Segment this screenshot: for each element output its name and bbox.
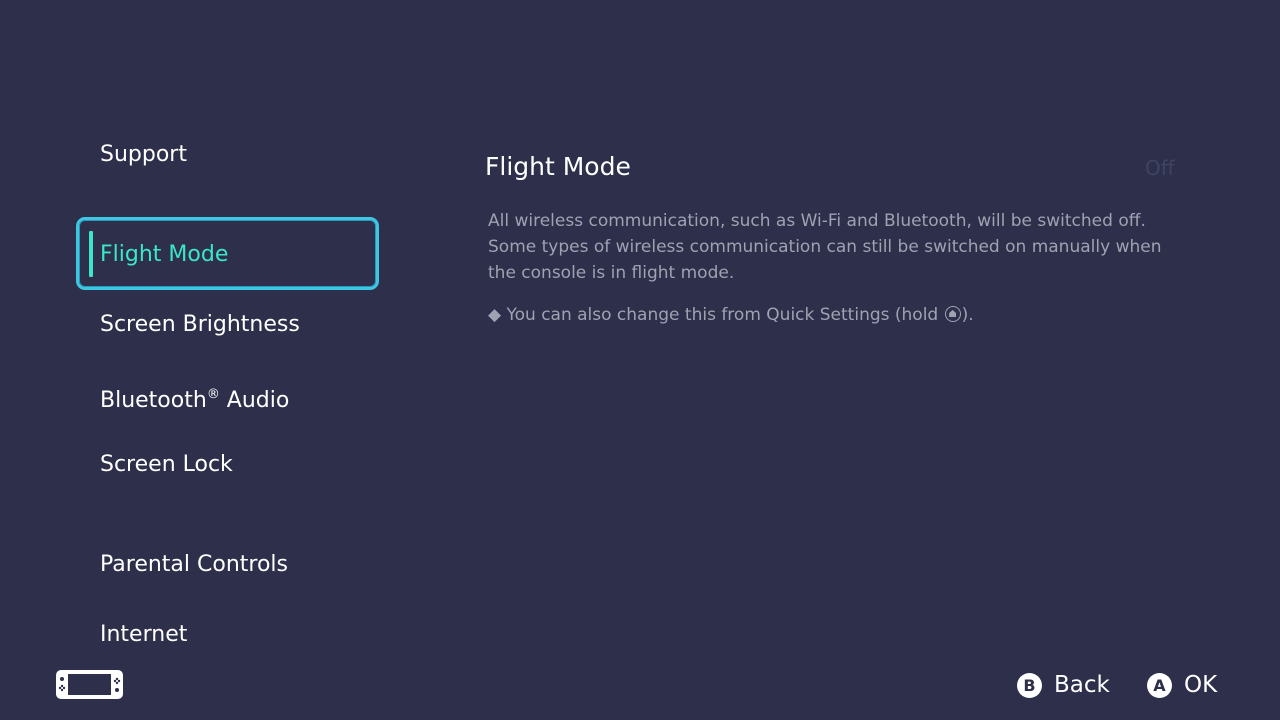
ok-button[interactable]: A OK [1147,670,1217,700]
home-button-icon [944,306,961,322]
sidebar-item-label: Bluetooth [100,388,207,413]
setting-title[interactable]: Flight Mode [485,150,631,184]
sidebar-item-label-suffix: Audio [219,388,290,413]
back-button[interactable]: B Back [1017,670,1110,700]
note-text: You can also change this from Quick Sett… [506,305,944,325]
note-bullet: ◆ [488,305,502,325]
console-handheld-icon [55,669,124,700]
sidebar-item-screen-brightness[interactable]: Screen Brightness [100,310,300,340]
sidebar-item-label: Parental Controls [100,552,288,577]
setting-value: Off [1145,156,1175,180]
settings-sidebar: Support Flight Mode Screen Brightness Bl… [0,0,420,720]
sidebar-item-label: Flight Mode [100,242,229,267]
quick-settings-note: ◆ You can also change this from Quick Se… [488,302,974,328]
setting-description: All wireless communication, such as Wi-F… [488,211,1162,283]
sidebar-item-internet[interactable]: Internet [100,620,187,650]
sidebar-item-parental-controls[interactable]: Parental Controls [100,550,288,580]
sidebar-item-label: Screen Brightness [100,312,300,337]
ok-label: OK [1184,672,1218,698]
sidebar-item-label: Internet [100,622,188,647]
sidebar-item-bluetooth-audio[interactable]: Bluetooth® Audio [100,380,289,416]
sidebar-item-label: Support [100,142,187,167]
sidebar-item-flight-mode[interactable]: Flight Mode [76,217,379,290]
registered-mark: ® [206,387,220,402]
back-label: Back [1054,672,1110,698]
selection-indicator [89,231,93,277]
sidebar-item-label: Screen Lock [100,452,233,477]
sidebar-item-support[interactable]: Support [100,140,187,170]
note-suffix: ). [961,305,974,325]
a-button-icon: A [1147,672,1172,698]
b-button-icon: B [1017,672,1042,698]
sidebar-item-screen-lock[interactable]: Screen Lock [100,450,233,480]
